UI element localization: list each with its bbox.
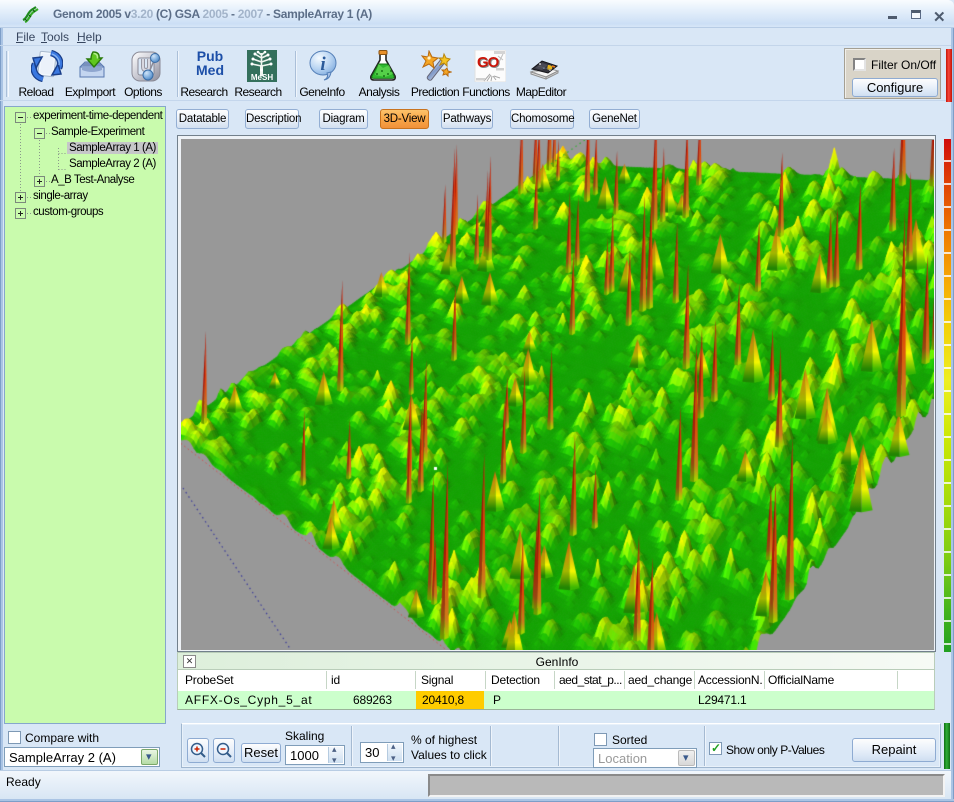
svg-text:i: i bbox=[320, 54, 326, 75]
svg-text:MeSH: MeSH bbox=[251, 73, 273, 82]
svg-text:GO: GO bbox=[477, 54, 500, 71]
